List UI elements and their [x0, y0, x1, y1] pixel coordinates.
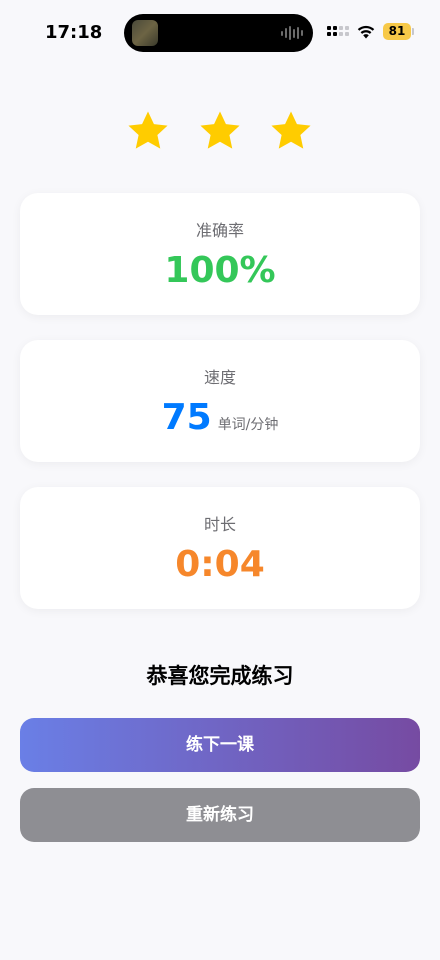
retry-button[interactable]: 重新练习 [20, 788, 420, 842]
duration-value: 0:04 [175, 544, 265, 585]
battery-level: 81 [383, 23, 411, 40]
duration-card: 时长 0:04 [20, 487, 420, 609]
dynamic-island[interactable] [124, 14, 313, 52]
accuracy-value: 100% [164, 250, 276, 291]
status-time: 17:18 [45, 22, 103, 43]
star-icon [128, 111, 168, 149]
now-playing-artwork[interactable] [132, 20, 158, 46]
speed-value: 75 [161, 397, 212, 438]
status-bar: 17:18 81 [0, 0, 440, 64]
star-rating [0, 108, 440, 158]
speed-label: 速度 [203, 368, 236, 387]
star-icon [200, 111, 240, 149]
speed-value-row: 75 单词/分钟 [20, 392, 420, 451]
duration-label: 时长 [203, 515, 236, 534]
cellular-signal-icon [327, 26, 349, 36]
congrats-message: 恭喜您完成练习 [146, 664, 294, 688]
speed-card: 速度 75 单词/分钟 [20, 340, 420, 462]
battery-cap-icon [412, 28, 414, 35]
audio-waveform-icon [281, 26, 303, 40]
speed-unit: 单词/分钟 [217, 417, 279, 433]
star-icon [271, 111, 311, 149]
wifi-icon [357, 25, 375, 39]
next-lesson-button[interactable]: 练下一课 [20, 718, 420, 772]
accuracy-label: 准确率 [195, 221, 244, 240]
accuracy-card: 准确率 100% [20, 193, 420, 315]
